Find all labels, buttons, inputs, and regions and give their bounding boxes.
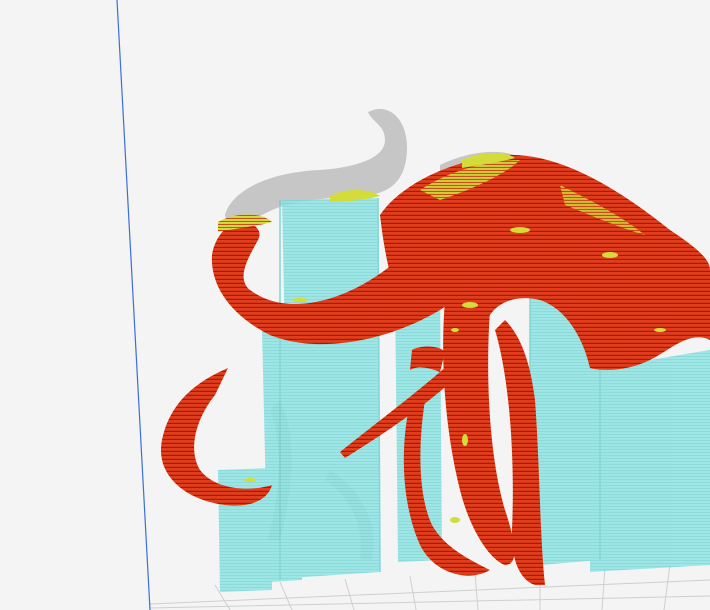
support-column-right-2 xyxy=(590,350,710,572)
3d-scene[interactable] xyxy=(0,0,710,610)
layer-viewport[interactable] xyxy=(0,0,710,610)
